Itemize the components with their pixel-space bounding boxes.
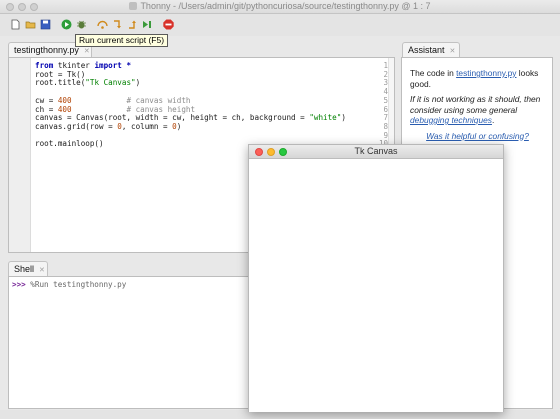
title-bar[interactable]: Thonny - /Users/admin/git/pythoncuriosa/…: [0, 0, 560, 14]
close-tab-icon[interactable]: ✕: [84, 48, 90, 55]
shell-command: %Run testingthonny.py: [30, 280, 127, 289]
tk-title-bar[interactable]: Tk Canvas: [249, 145, 503, 159]
close-tab-icon[interactable]: ✕: [450, 48, 456, 55]
step-over-button[interactable]: [97, 19, 108, 30]
save-file-button[interactable]: [40, 19, 51, 30]
tk-canvas[interactable]: [249, 160, 503, 412]
tab-shell[interactable]: Shell ✕: [8, 261, 48, 277]
tab-label: Assistant: [408, 45, 445, 55]
step-into-button[interactable]: [112, 19, 123, 30]
debug-script-button[interactable]: [76, 19, 87, 30]
tk-canvas-window[interactable]: Tk Canvas: [248, 144, 504, 412]
assistant-message: The code in testingthonny.py looks good.: [410, 68, 539, 89]
code-line[interactable]: root.title("Tk Canvas"): [35, 79, 346, 88]
window-title: Thonny - /Users/admin/git/pythoncuriosa/…: [140, 1, 431, 11]
tab-label: testingthonny.py: [14, 45, 79, 55]
file-icon: [129, 2, 138, 10]
debugging-techniques-link[interactable]: debugging techniques: [410, 115, 492, 125]
run-script-tooltip: Run current script (F5): [75, 34, 169, 47]
new-file-button[interactable]: [10, 19, 21, 30]
run-script-button[interactable]: [61, 19, 72, 30]
tk-window-title: Tk Canvas: [354, 146, 398, 156]
code-line[interactable]: canvas.grid(row = 0, column = 0): [35, 122, 346, 132]
assistant-hint: If it is not working as it should, then …: [410, 94, 541, 125]
toolbar: [0, 14, 560, 36]
tab-assistant[interactable]: Assistant ✕: [402, 42, 460, 58]
close-tab-icon[interactable]: ✕: [39, 267, 45, 274]
open-file-button[interactable]: [25, 19, 36, 30]
resume-button[interactable]: [142, 19, 153, 30]
step-out-button[interactable]: [127, 19, 138, 30]
file-link[interactable]: testingthonny.py: [456, 68, 516, 78]
stop-button[interactable]: [163, 19, 174, 30]
feedback-link[interactable]: Was it helpful or confusing?: [410, 131, 545, 142]
shell-prompt: >>>: [12, 280, 26, 289]
tab-label: Shell: [14, 264, 35, 274]
line-number-gutter: [9, 58, 31, 252]
shell-line: >>> %Run testingthonny.py: [12, 280, 126, 289]
